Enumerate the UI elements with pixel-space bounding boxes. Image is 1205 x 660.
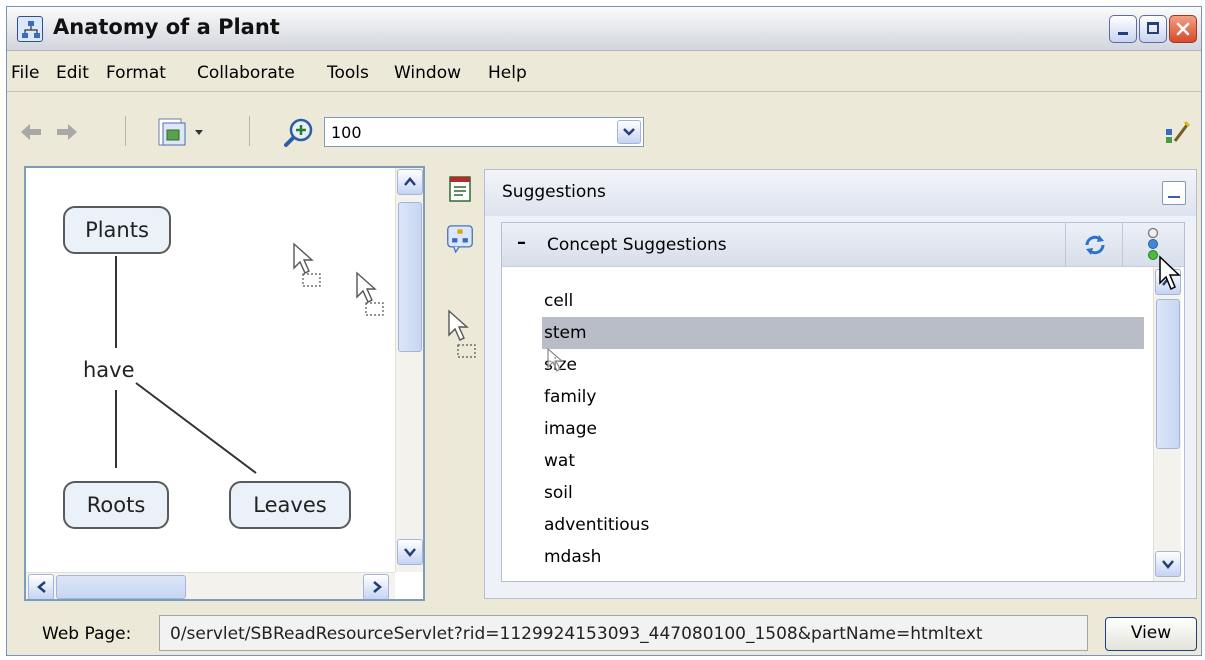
linking-phrase[interactable]: have bbox=[83, 358, 135, 382]
menu-bar: File Edit Format Collaborate Tools Windo… bbox=[7, 52, 1201, 92]
view-button[interactable]: View bbox=[1105, 617, 1197, 651]
collapse-panel-button[interactable] bbox=[1162, 181, 1186, 205]
view-icon[interactable] bbox=[157, 117, 205, 149]
suggestions-header: Suggestions bbox=[485, 170, 1196, 216]
concept-suggestions-header[interactable]: – Concept Suggestions bbox=[502, 223, 1184, 267]
close-button[interactable] bbox=[1169, 15, 1197, 43]
zoom-value: 100 bbox=[331, 123, 362, 142]
list-item-selected[interactable]: stem bbox=[542, 317, 1144, 349]
list-item[interactable]: size bbox=[542, 349, 1144, 381]
pointer-cursor-icon bbox=[1159, 255, 1181, 291]
suggestions-title: Suggestions bbox=[502, 182, 606, 202]
maximize-button[interactable] bbox=[1139, 15, 1167, 43]
toolbar: 100 bbox=[7, 93, 1201, 163]
app-icon bbox=[17, 16, 43, 42]
app-window: Anatomy of a Plant File Edit Format Coll… bbox=[6, 6, 1202, 656]
back-arrow-icon[interactable] bbox=[19, 122, 43, 142]
scroll-right-button[interactable] bbox=[363, 574, 389, 599]
drag-cursor-icon bbox=[356, 271, 384, 316]
concept-map-pane[interactable]: Plants have Roots Leaves bbox=[24, 166, 425, 601]
concept-suggestions-title: Concept Suggestions bbox=[547, 235, 727, 255]
scroll-thumb[interactable] bbox=[1156, 299, 1180, 449]
list-item[interactable]: image bbox=[542, 413, 1144, 445]
concept-suggestion-icon[interactable] bbox=[446, 225, 474, 253]
toolbar-separator bbox=[125, 116, 126, 146]
concept-suggestions-section: – Concept Suggestions cell stem size fam… bbox=[501, 222, 1185, 582]
menu-file[interactable]: File bbox=[11, 63, 39, 83]
forward-arrow-icon[interactable] bbox=[55, 122, 79, 142]
scroll-left-button[interactable] bbox=[28, 574, 54, 599]
web-page-url: 0/servlet/SBReadResourceServlet?rid=1129… bbox=[170, 624, 983, 644]
menu-help[interactable]: Help bbox=[488, 63, 527, 83]
refresh-icon[interactable] bbox=[1082, 233, 1108, 257]
scroll-up-button[interactable] bbox=[397, 169, 423, 195]
notes-icon[interactable] bbox=[446, 175, 474, 203]
menu-format[interactable]: Format bbox=[106, 63, 166, 83]
drag-cursor-icon bbox=[448, 309, 476, 358]
scroll-thumb[interactable] bbox=[398, 202, 422, 352]
collapse-section-icon[interactable]: – bbox=[517, 232, 526, 253]
concept-node-leaves[interactable]: Leaves bbox=[229, 481, 351, 529]
wand-icon[interactable] bbox=[1163, 119, 1191, 147]
list-item[interactable]: wat bbox=[542, 445, 1144, 477]
chevron-down-icon[interactable] bbox=[617, 120, 641, 144]
zoom-select[interactable]: 100 bbox=[324, 117, 644, 147]
menu-edit[interactable]: Edit bbox=[56, 63, 89, 83]
header-divider bbox=[1122, 223, 1123, 267]
menu-tools[interactable]: Tools bbox=[327, 63, 369, 83]
web-page-url-field[interactable]: 0/servlet/SBReadResourceServlet?rid=1129… bbox=[159, 615, 1088, 651]
minimize-button[interactable] bbox=[1109, 15, 1137, 43]
list-item[interactable]: cell bbox=[542, 285, 1144, 317]
toolbar-separator bbox=[249, 116, 250, 146]
scroll-thumb[interactable] bbox=[56, 575, 186, 599]
scroll-down-button[interactable] bbox=[1155, 551, 1181, 577]
map-horizontal-scrollbar[interactable] bbox=[26, 572, 395, 599]
list-item[interactable] bbox=[542, 573, 1144, 589]
menu-window[interactable]: Window bbox=[394, 63, 461, 83]
concept-node-plants[interactable]: Plants bbox=[63, 206, 171, 254]
header-divider bbox=[1065, 223, 1066, 267]
title-bar: Anatomy of a Plant bbox=[7, 7, 1201, 51]
list-item[interactable]: family bbox=[542, 381, 1144, 413]
scroll-down-button[interactable] bbox=[397, 539, 423, 565]
list-item[interactable]: adventitious bbox=[542, 509, 1144, 541]
concept-node-roots[interactable]: Roots bbox=[63, 481, 169, 529]
list-item[interactable]: mdash bbox=[542, 541, 1144, 573]
zoom-icon[interactable] bbox=[283, 117, 315, 149]
suggestions-vertical-scrollbar[interactable] bbox=[1153, 267, 1181, 581]
list-item[interactable]: soil bbox=[542, 477, 1144, 509]
menu-collaborate[interactable]: Collaborate bbox=[197, 63, 295, 83]
drag-cursor-icon bbox=[547, 347, 564, 372]
window-title: Anatomy of a Plant bbox=[53, 15, 280, 39]
drag-cursor-icon bbox=[293, 242, 321, 287]
concept-suggestion-list: cell stem size family image wat soil adv… bbox=[542, 285, 1144, 589]
web-page-label: Web Page: bbox=[42, 624, 132, 644]
map-vertical-scrollbar[interactable] bbox=[395, 168, 423, 572]
